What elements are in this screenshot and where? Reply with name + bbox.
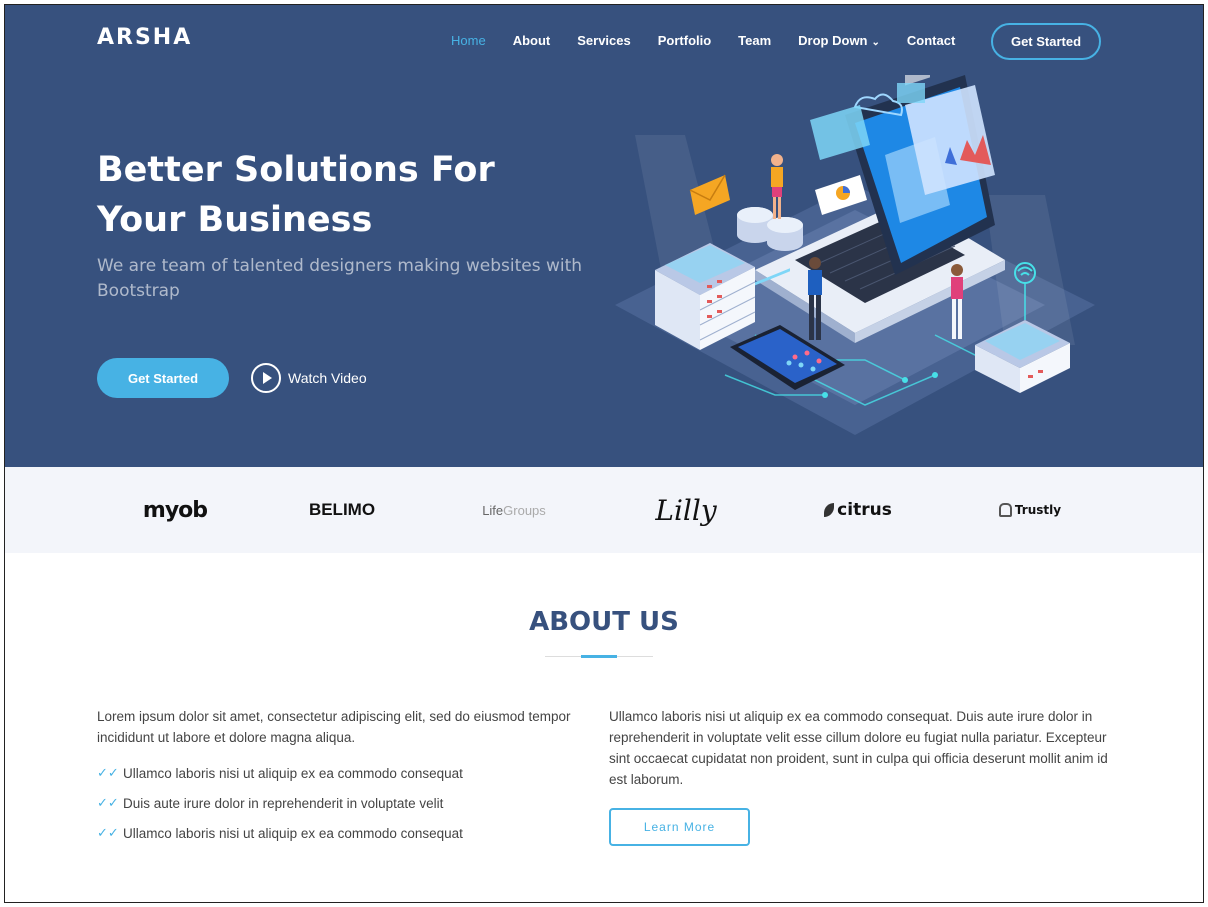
hero-illustration: [615, 75, 1095, 435]
clients-section: myob BELIMO Life Groups Lilly citrus Trus…: [5, 467, 1203, 553]
double-check-icon: ✓✓: [97, 765, 119, 780]
browser-page: ARSHA Home About Services Portfolio Team…: [4, 4, 1204, 903]
nav-home[interactable]: Home: [451, 33, 486, 48]
chevron-down-icon: ⌄: [871, 37, 880, 48]
about-left-column: Lorem ipsum dolor sit amet, consectetur …: [97, 706, 597, 848]
main-nav: Home About Services Portfolio Team Drop …: [451, 33, 982, 48]
list-item-text: Duis aute irure dolor in reprehenderit i…: [123, 795, 444, 811]
client-name-trustly: Trustly: [1014, 503, 1062, 517]
double-check-icon: ✓✓: [97, 825, 119, 840]
citrus-leaf-icon: [824, 503, 835, 517]
client-name-life: Life: [482, 502, 504, 518]
site-logo[interactable]: ARSHA: [97, 25, 192, 50]
watch-video-label: Watch Video: [288, 370, 367, 386]
nav-team[interactable]: Team: [738, 33, 771, 48]
watch-video-button[interactable]: Watch Video: [251, 363, 367, 393]
about-check-list: ✓✓ Ullamco laboris nisi ut aliquip ex ea …: [97, 758, 597, 848]
about-intro: Lorem ipsum dolor sit amet, consectetur …: [97, 709, 571, 745]
client-logo-myob[interactable]: myob: [105, 467, 245, 553]
learn-more-button[interactable]: Learn More: [609, 808, 750, 846]
nav-dropdown-label: Drop Down: [798, 33, 868, 48]
trustly-lock-icon: [998, 503, 1012, 517]
client-logo-citrus[interactable]: citrus: [793, 467, 923, 553]
about-title: ABOUT US: [529, 607, 679, 637]
play-icon: [251, 363, 281, 393]
nav-get-started-button[interactable]: Get Started: [991, 23, 1101, 60]
client-name-groups: Groups: [503, 502, 546, 518]
nav-about[interactable]: About: [513, 33, 551, 48]
about-title-divider: [545, 655, 653, 658]
nav-portfolio[interactable]: Portfolio: [658, 33, 711, 48]
client-name-citrus: citrus: [837, 500, 892, 520]
hero-subtitle: We are team of talented designers making…: [97, 256, 583, 301]
list-item: ✓✓ Ullamco laboris nisi ut aliquip ex ea …: [97, 758, 597, 788]
about-right-text: Ullamco laboris nisi ut aliquip ex ea co…: [609, 709, 1108, 787]
nav-dropdown[interactable]: Drop Down ⌄: [798, 33, 880, 48]
nav-services[interactable]: Services: [577, 33, 631, 48]
hero-get-started-button[interactable]: Get Started: [97, 358, 229, 398]
nav-contact[interactable]: Contact: [907, 33, 955, 48]
client-name-myob: myob: [142, 497, 208, 523]
client-logo-trustly[interactable]: Trustly: [965, 467, 1095, 553]
client-name-lilly: Lilly: [655, 493, 717, 527]
double-check-icon: ✓✓: [97, 795, 119, 810]
hero-title: Better Solutions For Your Business: [97, 145, 557, 245]
hero-title-line-2: Your Business: [97, 200, 373, 240]
list-item-text: Ullamco laboris nisi ut aliquip ex ea co…: [123, 825, 463, 841]
client-logo-lifegroups[interactable]: Life Groups: [449, 467, 579, 553]
client-logo-lilly[interactable]: Lilly: [621, 467, 751, 553]
hero-section: ARSHA Home About Services Portfolio Team…: [5, 5, 1203, 467]
list-item-text: Ullamco laboris nisi ut aliquip ex ea co…: [123, 765, 463, 781]
list-item: ✓✓ Ullamco laboris nisi ut aliquip ex ea …: [97, 818, 597, 848]
list-item: ✓✓ Duis aute irure dolor in reprehenderit…: [97, 788, 597, 818]
client-logo-belimo[interactable]: BELIMO: [277, 467, 407, 553]
hero-title-line-1: Better Solutions For: [97, 150, 495, 190]
client-name-belimo: BELIMO: [308, 500, 376, 519]
about-right-column: Ullamco laboris nisi ut aliquip ex ea co…: [609, 706, 1114, 790]
